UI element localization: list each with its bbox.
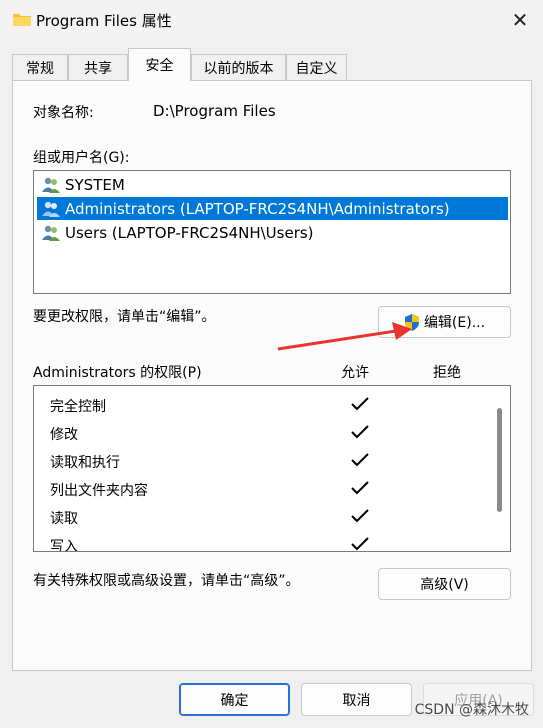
- ok-button[interactable]: 确定: [179, 683, 290, 716]
- list-item-users[interactable]: Users (LAPTOP-FRC2S4NH\Users): [37, 221, 508, 244]
- permission-row: 读取: [34, 503, 494, 531]
- list-item-administrators[interactable]: Administrators (LAPTOP-FRC2S4NH\Administ…: [37, 197, 508, 220]
- permissions-label: Administrators 的权限(P): [33, 365, 202, 381]
- object-name-label: 对象名称:: [33, 105, 94, 121]
- cancel-button[interactable]: 取消: [301, 683, 412, 716]
- uac-shield-icon: [404, 313, 419, 331]
- tab-security[interactable]: 安全: [128, 48, 191, 81]
- check-icon: [351, 397, 369, 411]
- security-panel: 对象名称: D:\Program Files 组或用户名(G): SYSTEM …: [12, 80, 532, 671]
- edit-button[interactable]: 编辑(E)...: [378, 306, 511, 338]
- user-group-icon: [42, 177, 60, 193]
- check-icon: [351, 537, 369, 551]
- user-group-icon: [42, 225, 60, 241]
- tab-customize[interactable]: 自定义: [286, 54, 347, 80]
- watermark-text: CSDN @森沐木牧: [414, 702, 529, 718]
- check-icon: [351, 509, 369, 523]
- close-button[interactable]: ✕: [497, 0, 543, 40]
- permission-row: 修改: [34, 419, 494, 447]
- close-icon: ✕: [511, 8, 529, 32]
- folder-icon: [13, 14, 31, 26]
- permission-row: 写入: [34, 531, 494, 551]
- permission-row: 列出文件夹内容: [34, 475, 494, 503]
- window-title: Program Files 属性: [36, 12, 172, 30]
- tab-previous-versions[interactable]: 以前的版本: [191, 54, 286, 80]
- advanced-hint: 有关特殊权限或高级设置，请单击“高级”。: [33, 573, 300, 589]
- deny-column-header: 拒绝: [433, 365, 461, 381]
- check-icon: [351, 481, 369, 495]
- allow-column-header: 允许: [341, 365, 369, 381]
- tab-general[interactable]: 常规: [12, 54, 68, 80]
- check-icon: [351, 425, 369, 439]
- permissions-list[interactable]: 完全控制 修改 读取和执行 列出文件夹内容 读取 写入: [33, 385, 511, 552]
- check-icon: [351, 453, 369, 467]
- permission-row: 完全控制: [34, 391, 494, 419]
- object-name-value: D:\Program Files: [153, 102, 276, 120]
- scrollbar-thumb[interactable]: [497, 408, 502, 512]
- group-user-list[interactable]: SYSTEM Administrators (LAPTOP-FRC2S4NH\A…: [33, 170, 511, 294]
- edit-hint: 要更改权限，请单击“编辑”。: [33, 309, 216, 325]
- title-bar: Program Files 属性 ✕: [0, 0, 543, 40]
- group-user-label: 组或用户名(G):: [33, 150, 130, 166]
- advanced-button[interactable]: 高级(V): [378, 568, 511, 600]
- permission-row: 读取和执行: [34, 447, 494, 475]
- tab-sharing[interactable]: 共享: [68, 54, 128, 80]
- list-item-system[interactable]: SYSTEM: [37, 173, 508, 196]
- user-group-icon: [42, 201, 60, 217]
